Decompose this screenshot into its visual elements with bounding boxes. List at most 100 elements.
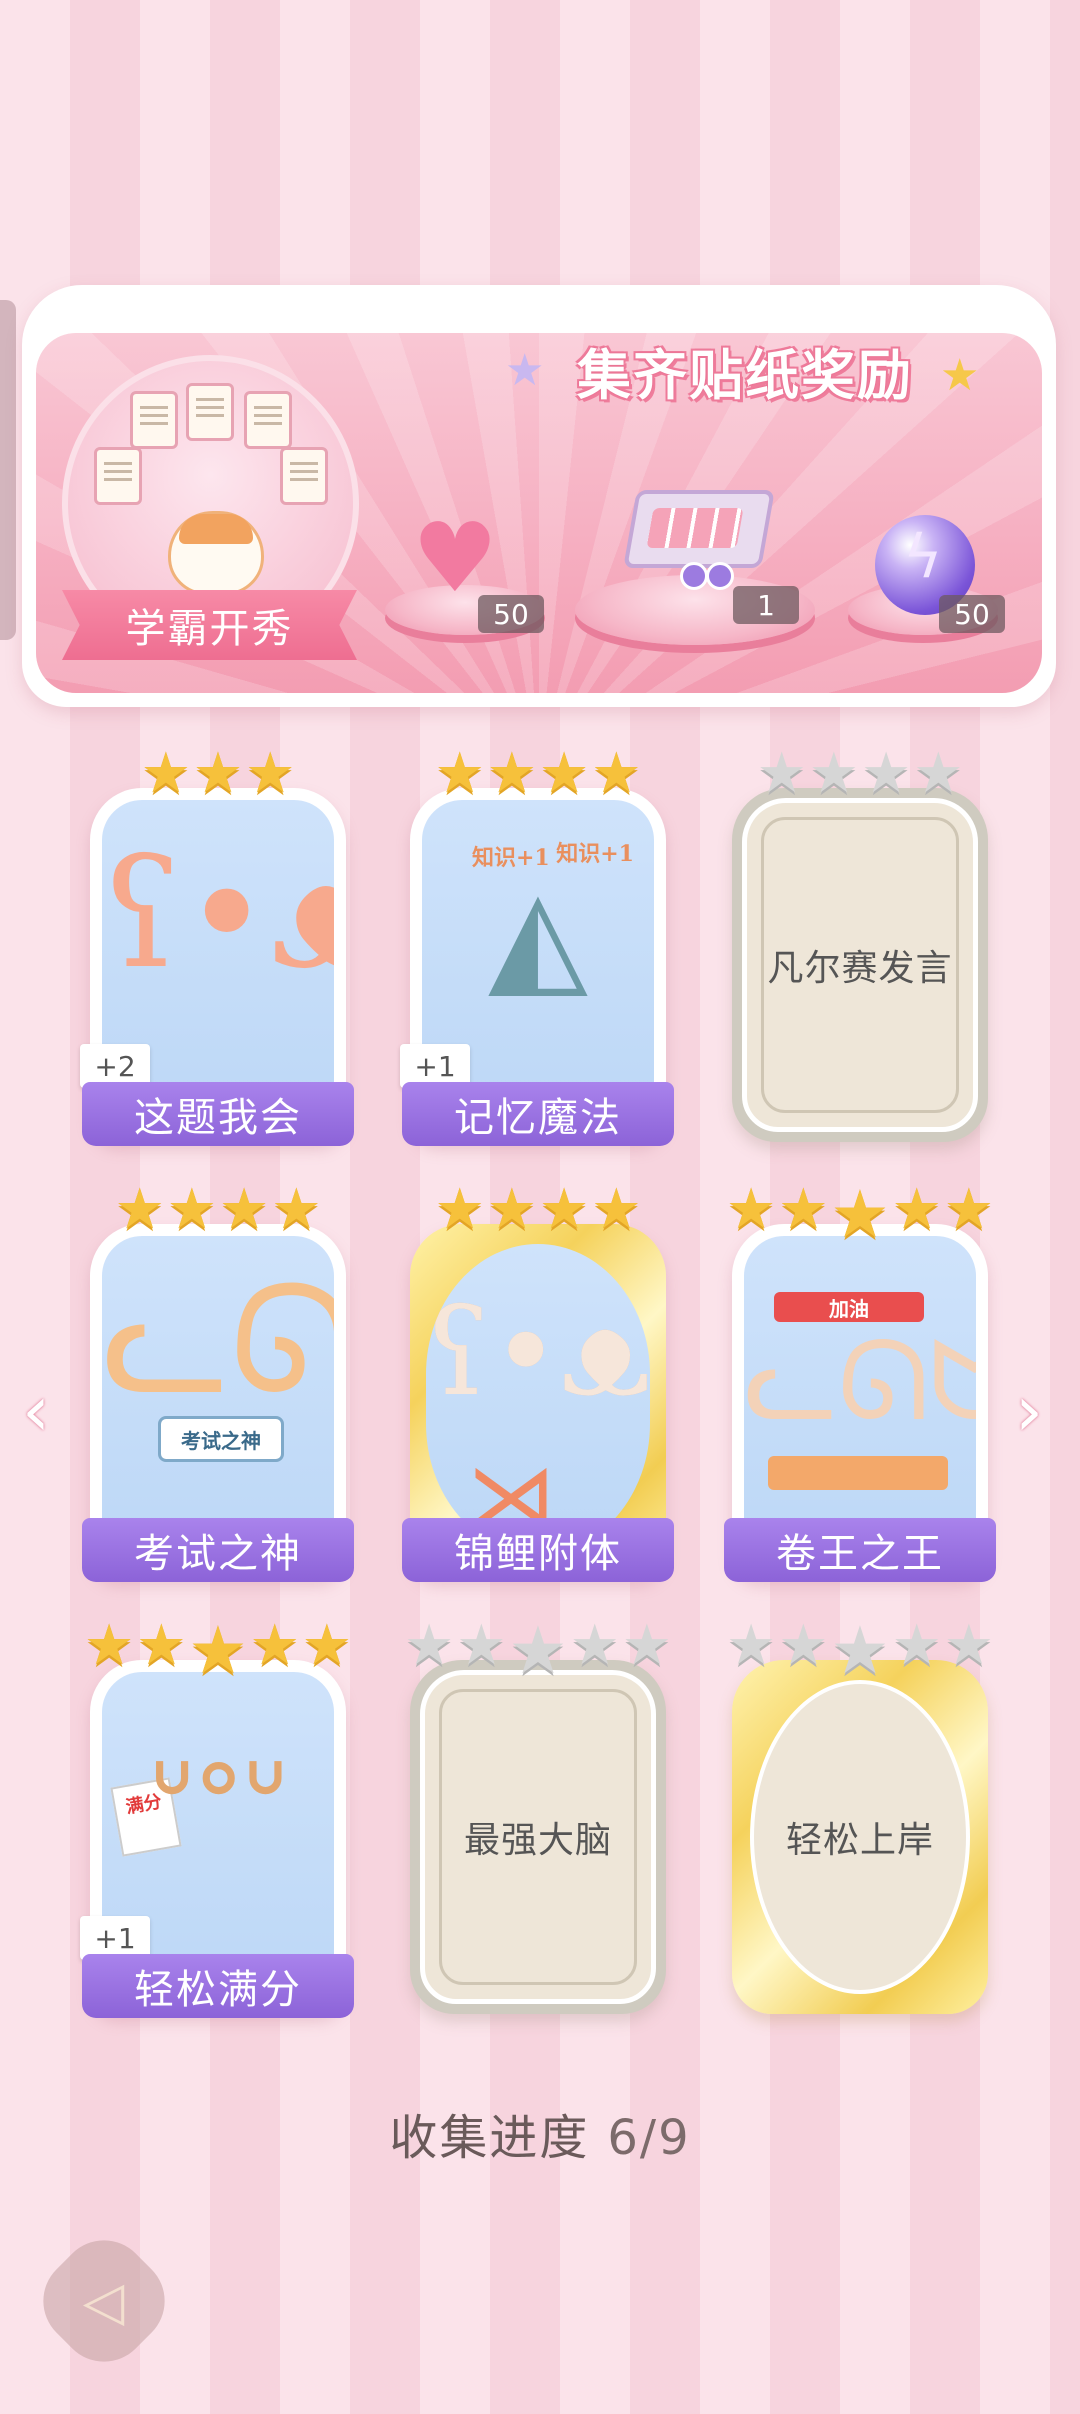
sticker-card[interactable]: ᓚᘏᗢ 考试之神 考试之神 ★★★★: [82, 1182, 354, 1596]
star-rating: ★ ★ ★ ★ ★: [84, 1612, 352, 1689]
sticker-card[interactable]: ʕ•ᴥ•ʔ +2 这题我会 ★★★: [80, 746, 354, 1160]
star-icon: ★: [569, 1613, 620, 1678]
reward-count: 50: [939, 595, 1005, 633]
sticker-art: 加油 ᓚᘏᗢ: [744, 1236, 976, 1564]
star-icon: ★: [726, 1177, 777, 1242]
star-icon: ★: [539, 1177, 590, 1242]
star-rating: ★ ★ ★ ★ ★: [404, 1612, 672, 1689]
document-icon: [280, 447, 328, 505]
sticker-name: 考试之神: [82, 1518, 354, 1582]
star-icon: ★: [486, 741, 537, 806]
star-icon: ★: [456, 1613, 507, 1678]
sticker-name: 最强大脑: [463, 1820, 612, 1861]
star-rating: ★ ★ ★ ★: [90, 1182, 346, 1238]
sticker-card[interactable]: 加油 ᓚᘏᗢ 卷王之王 ★ ★ ★ ★ ★: [724, 1182, 996, 1596]
document-icon: [130, 391, 178, 449]
sticker-card-locked[interactable]: 最强大脑 ★ ★ ★ ★ ★: [404, 1618, 672, 2032]
star-icon: ★: [188, 1612, 248, 1689]
star-icon: ★: [891, 1613, 942, 1678]
document-icon: [186, 383, 234, 441]
star-icon: ★: [778, 1177, 829, 1242]
star-icon: ★: [726, 1613, 777, 1678]
sticker-art: ᓚᘏᗢ 考试之神: [102, 1236, 334, 1564]
star-icon: ★: [140, 741, 191, 806]
back-arrow-icon: ◁: [83, 2269, 125, 2333]
bear-at-desk-icon: ʕ•ᴥ•ʔ: [102, 828, 334, 1002]
sticker-name: 凡尔赛发言: [767, 948, 953, 989]
star-icon: ★: [114, 1177, 165, 1242]
sticker-name: 这题我会: [82, 1082, 354, 1146]
star-icon: ★: [434, 1177, 485, 1242]
star-icon: ★: [249, 1613, 300, 1678]
star-rating: ★ ★ ★ ★: [732, 746, 988, 802]
sticker-name: 锦鲤附体: [402, 1518, 674, 1582]
progress-label: 收集进度: [389, 2110, 590, 2166]
star-icon: ★: [808, 741, 859, 806]
reward-count: 50: [478, 595, 544, 633]
collection-progress: 收集进度 6/9: [0, 2098, 1080, 2168]
sticker-name: 轻松满分: [82, 1954, 354, 2018]
star-icon: ★: [891, 1177, 942, 1242]
sticker-name: 轻松上岸: [785, 1820, 934, 1861]
star-icon: ★: [591, 1177, 642, 1242]
star-icon: ★: [486, 1177, 537, 1242]
star-icon: ★: [166, 1177, 217, 1242]
star-icon: ★: [136, 1613, 187, 1678]
bear-with-koi-icon: ʕ•ᴥ•ʔ: [426, 1284, 650, 1423]
sticker-name: 卷王之王: [724, 1518, 996, 1582]
star-icon: ★: [830, 1176, 890, 1253]
angel-cat-icon: ᓚᘏᗢ: [102, 1254, 334, 1428]
back-button[interactable]: ◁: [24, 2221, 184, 2381]
star-icon: ★: [621, 1613, 672, 1678]
cat-icon: [168, 511, 264, 595]
sticker-card[interactable]: ʕ•ᴥ•ʔ ⋊ 锦鲤附体 ★★★★: [402, 1182, 674, 1596]
star-icon: ★: [539, 741, 590, 806]
star-icon: ★: [778, 1613, 829, 1678]
chevron-right-icon[interactable]: ›: [1015, 1370, 1043, 1452]
star-rating: ★ ★ ★ ★: [410, 746, 666, 802]
star-icon: ★: [219, 1177, 270, 1242]
star-rating: ★ ★ ★ ★ ★: [726, 1176, 994, 1253]
progress-value: 6/9: [607, 2110, 691, 2166]
chevron-left-icon[interactable]: ‹: [22, 1370, 50, 1452]
star-icon: ★: [434, 741, 485, 806]
banner-title: 集齐贴纸奖励: [577, 342, 913, 407]
badge-ribbon: 学霸开秀: [62, 590, 357, 660]
star-icon: ★: [84, 1613, 135, 1678]
star-rating: ★ ★ ★ ★: [410, 1182, 666, 1238]
star-icon: ★: [192, 741, 244, 806]
sticker-card[interactable]: 满分 ᐡᐤᐡ +1 轻松满分 ★ ★ ★ ★ ★: [80, 1618, 354, 2032]
star-icon: ★: [943, 1613, 994, 1678]
star-icon: ★: [830, 1612, 890, 1689]
star-decoration-icon: ★: [940, 350, 980, 401]
star-rating: ★ ★ ★ ★ ★: [726, 1612, 994, 1689]
document-icon: [94, 447, 142, 505]
sticker-card[interactable]: 知识+1 知识+1 ◭ +1 记忆魔法 ★ ★ ★ ★: [400, 746, 674, 1160]
star-rating: ★ ★ ★: [90, 746, 346, 802]
studying-cat-icon: ᓚᘏᗢ: [744, 1317, 976, 1445]
side-drawer-handle[interactable]: [0, 300, 16, 640]
star-icon: ★: [508, 1612, 568, 1689]
star-icon: ★: [271, 1177, 322, 1242]
sticker-art: ʕ•ᴥ•ʔ ⋊: [426, 1244, 650, 1554]
star-decoration-icon: ★: [505, 345, 545, 396]
star-icon: ★: [591, 741, 642, 806]
star-icon: ★: [861, 741, 912, 806]
star-icon: ★: [943, 1177, 994, 1242]
sticker-card-locked[interactable]: 轻松上岸 ★ ★ ★ ★ ★: [726, 1618, 994, 2032]
desk-icon: [768, 1456, 948, 1490]
badge-label: 学霸开秀: [125, 606, 294, 652]
happy-dog-icon: ᐡᐤᐡ: [147, 1732, 289, 1871]
star-icon: ★: [404, 1613, 455, 1678]
star-icon: ★: [913, 741, 964, 806]
sticker-card-locked[interactable]: 凡尔赛发言 ★ ★ ★ ★: [732, 746, 988, 1160]
document-icon: [244, 391, 292, 449]
star-icon: ★: [301, 1613, 352, 1678]
star-icon: ★: [245, 741, 296, 806]
sticker-name: 记忆魔法: [402, 1082, 674, 1146]
pink-heart-gem-icon[interactable]: ♥: [412, 510, 498, 606]
otter-wizard-icon: ◭: [488, 859, 588, 1011]
gift-box-icon[interactable]: [623, 470, 775, 590]
star-icon: ★: [756, 741, 807, 806]
reward-count: 1: [733, 586, 799, 624]
